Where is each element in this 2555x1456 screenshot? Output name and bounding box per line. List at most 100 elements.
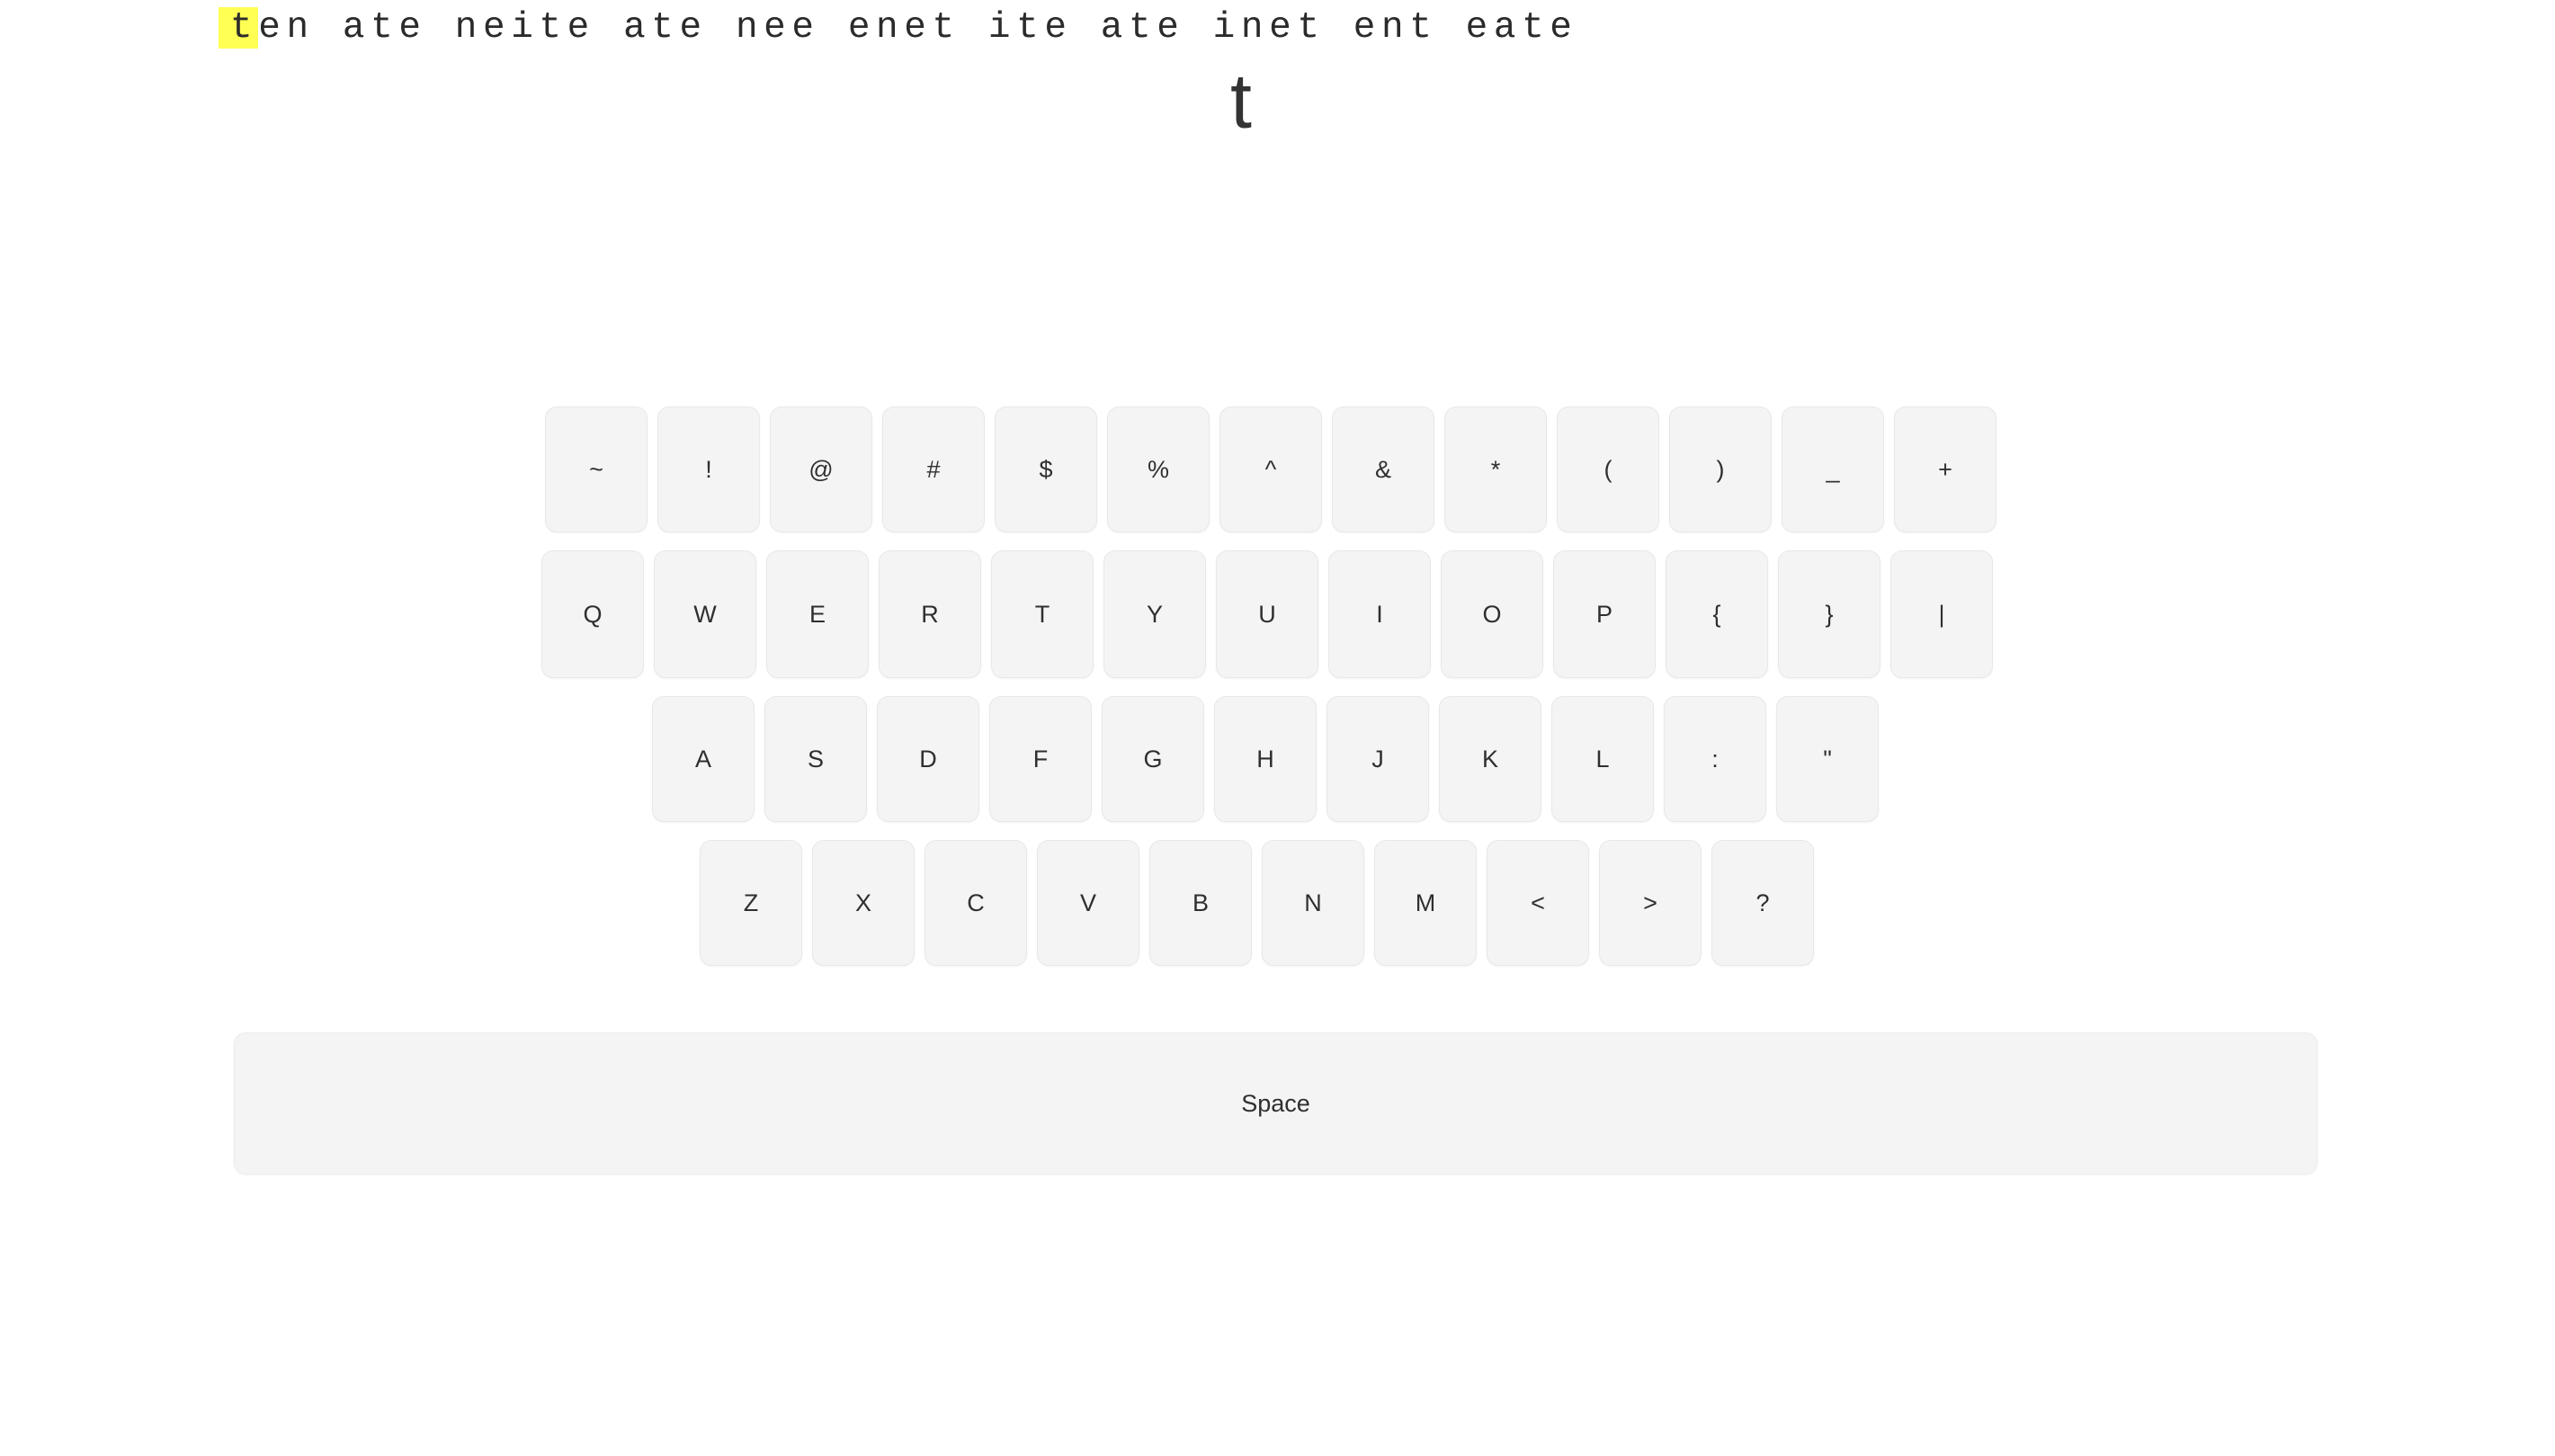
- key-B[interactable]: B: [1149, 840, 1252, 966]
- key-E[interactable]: E: [766, 550, 869, 678]
- prompt-char: e: [1044, 7, 1073, 49]
- key-_[interactable]: _: [1782, 406, 1884, 532]
- key-R[interactable]: R: [879, 550, 981, 678]
- key-:[interactable]: :: [1664, 696, 1766, 822]
- key-X[interactable]: X: [812, 840, 915, 966]
- prompt-char: [1073, 7, 1101, 49]
- prompt-char: e: [1269, 7, 1298, 49]
- prompt-char: i: [1212, 7, 1241, 49]
- prompt-char: [1437, 7, 1465, 49]
- prompt-char: e: [1465, 7, 1494, 49]
- prompt-char: a: [342, 7, 371, 49]
- prompt-char: i: [511, 7, 540, 49]
- key-O[interactable]: O: [1441, 550, 1543, 678]
- prompt-char: i: [987, 7, 1017, 49]
- prompt-char: e: [764, 7, 792, 49]
- key-+[interactable]: +: [1894, 406, 1997, 532]
- prompt-char: e: [1157, 7, 1185, 49]
- prompt-char: n: [286, 7, 315, 49]
- prompt-char: e: [1353, 7, 1381, 49]
- key-([interactable]: (: [1557, 406, 1659, 532]
- space-key-row: Space: [234, 1032, 2318, 1175]
- key-Y[interactable]: Y: [1103, 550, 1206, 678]
- key-&[interactable]: &: [1332, 406, 1434, 532]
- prompt-char: e: [482, 7, 512, 49]
- key-L[interactable]: L: [1551, 696, 1654, 822]
- prompt-char: [1184, 7, 1212, 49]
- key-D[interactable]: D: [877, 696, 979, 822]
- key-S[interactable]: S: [764, 696, 867, 822]
- prompt-char: n: [1380, 7, 1410, 49]
- key-V[interactable]: V: [1037, 840, 1139, 966]
- key-Z[interactable]: Z: [700, 840, 802, 966]
- prompt-char: t: [1129, 7, 1157, 49]
- prompt-char: t: [371, 7, 399, 49]
- prompt-char: a: [623, 7, 652, 49]
- prompt-text: ten ate neite ate nee enet ite ate inet …: [230, 0, 2389, 56]
- key-F[interactable]: F: [989, 696, 1092, 822]
- on-screen-keyboard: ~! @ # $% ^ & *() _ + Q W E R T Y U I O P{} | A S D F G H J K L: " …: [0, 406, 2555, 984]
- key-*[interactable]: *: [1444, 406, 1547, 532]
- prompt-char: [315, 7, 343, 49]
- prompt-char: t: [651, 7, 680, 49]
- key-%[interactable]: %: [1107, 406, 1210, 532]
- key-$[interactable]: $: [995, 406, 1097, 532]
- key-C[interactable]: C: [925, 840, 1027, 966]
- keyboard-row-bottom: Z X C V B N M < >?: [0, 840, 2555, 966]
- prompt-char: e: [791, 7, 820, 49]
- key-Q[interactable]: Q: [541, 550, 644, 678]
- key-W[interactable]: W: [654, 550, 756, 678]
- key-T[interactable]: T: [991, 550, 1094, 678]
- keyboard-row-symbols: ~! @ # $% ^ & *() _ +: [0, 406, 2555, 532]
- key-#[interactable]: #: [882, 406, 985, 532]
- key-J[interactable]: J: [1327, 696, 1429, 822]
- key-~[interactable]: ~: [545, 406, 648, 532]
- key-U[interactable]: U: [1216, 550, 1318, 678]
- prompt-char: e: [398, 7, 427, 49]
- prompt-char: n: [454, 7, 483, 49]
- prompt-char: [708, 7, 736, 49]
- prompt-char: a: [1493, 7, 1523, 49]
- key-?[interactable]: ?: [1711, 840, 1814, 966]
- prompt-char: t: [539, 7, 567, 49]
- key->[interactable]: >: [1599, 840, 1702, 966]
- key-"[interactable]: ": [1776, 696, 1879, 822]
- prompt-char: [820, 7, 848, 49]
- prompt-char: [960, 7, 988, 49]
- key-<[interactable]: <: [1487, 840, 1589, 966]
- prompt-char: e: [679, 7, 708, 49]
- key-K[interactable]: K: [1439, 696, 1541, 822]
- key-H[interactable]: H: [1214, 696, 1317, 822]
- key-M[interactable]: M: [1374, 840, 1477, 966]
- key-@[interactable]: @: [770, 406, 872, 532]
- prompt-char: e: [258, 7, 287, 49]
- prompt-char: e: [567, 7, 595, 49]
- key-N[interactable]: N: [1262, 840, 1364, 966]
- key-G[interactable]: G: [1102, 696, 1204, 822]
- prompt-char: t: [932, 7, 960, 49]
- key-^[interactable]: ^: [1219, 406, 1322, 532]
- prompt-char: [427, 7, 455, 49]
- key-{[interactable]: {: [1666, 550, 1768, 678]
- keyboard-row-home: A S D F G H J K L: ": [0, 696, 2555, 822]
- prompt-char: e: [847, 7, 877, 49]
- prompt-char: e: [1550, 7, 1578, 49]
- prompt-char: a: [1100, 7, 1129, 49]
- key-![interactable]: !: [657, 406, 760, 532]
- prompt-char-active: t: [230, 7, 259, 49]
- key-}[interactable]: }: [1778, 550, 1881, 678]
- key-space[interactable]: Space: [234, 1032, 2318, 1175]
- prompt-char: t: [1016, 7, 1045, 49]
- key-I[interactable]: I: [1328, 550, 1431, 678]
- key-P[interactable]: P: [1553, 550, 1656, 678]
- key-)[interactable]: ): [1669, 406, 1772, 532]
- prompt-char: t: [1522, 7, 1550, 49]
- prompt-char: n: [876, 7, 905, 49]
- prompt-char: e: [904, 7, 933, 49]
- prompt-char: t: [1409, 7, 1438, 49]
- key-A[interactable]: A: [652, 696, 755, 822]
- typing-practice-app: ten ate neite ate nee enet ite ate inet …: [0, 0, 2555, 1456]
- prompt-char: [1326, 7, 1353, 49]
- prompt-char: t: [1297, 7, 1326, 49]
- key-|[interactable]: |: [1890, 550, 1993, 678]
